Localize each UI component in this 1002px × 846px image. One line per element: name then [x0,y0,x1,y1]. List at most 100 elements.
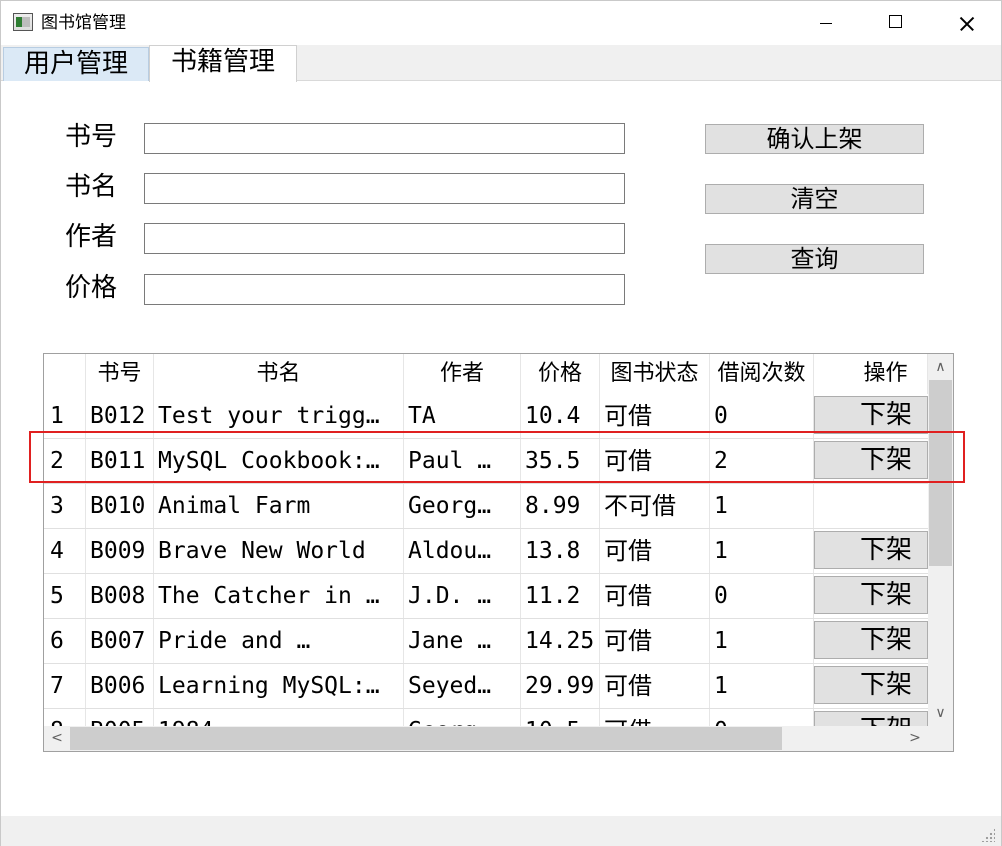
cell-book-id[interactable]: B008 [86,574,154,618]
cell-price[interactable]: 35.5 [521,439,600,483]
maximize-button[interactable] [861,1,931,45]
scroll-down-icon[interactable]: ∨ [928,702,953,724]
cell-author[interactable]: Aldou… [404,529,521,573]
vertical-scrollbar[interactable]: ∧ ∨ [928,354,953,726]
cell-book-id[interactable]: B009 [86,529,154,573]
remove-from-shelf-button[interactable]: 下架 [814,396,928,434]
cell-title[interactable]: Learning MySQL:… [154,664,404,708]
header-book-id[interactable]: 书号 [86,354,154,394]
cell-status[interactable]: 可借 [600,439,710,483]
table-row[interactable]: 1 B012 Test your trigg… TA 10.4 可借 0 下架 [44,394,928,439]
cell-status[interactable]: 可借 [600,574,710,618]
cell-author[interactable]: J.D. … [404,574,521,618]
scroll-up-icon[interactable]: ∧ [928,356,953,378]
cell-borrow-count[interactable]: 1 [710,619,814,663]
table-row[interactable]: 7 B006 Learning MySQL:… Seyed… 29.99 可借 1 下架 [44,664,928,709]
cell-book-id[interactable]: B005 [86,709,154,726]
horizontal-scrollbar[interactable]: < > [44,726,928,751]
table-row[interactable]: 6 B007 Pride and … Jane … 14.25 可借 1 下架 [44,619,928,664]
cell-status[interactable]: 不可借 [600,484,710,528]
scroll-right-icon[interactable]: > [904,726,926,751]
cell-borrow-count[interactable]: 1 [710,484,814,528]
author-input[interactable] [144,223,625,254]
cell-author[interactable]: Georg… [404,484,521,528]
remove-from-shelf-button[interactable]: 下架 [814,441,928,479]
cell-title[interactable]: Test your trigg… [154,394,404,438]
cell-borrow-count[interactable]: 0 [710,709,814,726]
cell-status[interactable]: 可借 [600,529,710,573]
cell-borrow-count[interactable]: 0 [710,574,814,618]
cell-status[interactable]: 可借 [600,664,710,708]
cell-price[interactable]: 13.8 [521,529,600,573]
cell-status[interactable]: 可借 [600,394,710,438]
tab-book-management[interactable]: 书籍管理 [149,45,297,82]
cell-book-id[interactable]: B010 [86,484,154,528]
cell-author[interactable]: Georg… [404,709,521,726]
cell-title[interactable]: The Catcher in … [154,574,404,618]
cell-price[interactable]: 10.5 [521,709,600,726]
vertical-scroll-thumb[interactable] [929,380,952,566]
cell-author[interactable]: Paul … [404,439,521,483]
header-status[interactable]: 图书状态 [600,354,710,394]
cell-title[interactable]: Brave New World [154,529,404,573]
cell-price[interactable]: 14.25 [521,619,600,663]
header-title[interactable]: 书名 [154,354,404,394]
cell-row-number[interactable]: 2 [44,439,86,483]
cell-title[interactable]: Pride and … [154,619,404,663]
title-bar[interactable]: 图书馆管理 [1,1,1001,45]
remove-from-shelf-button[interactable]: 下架 [814,711,928,726]
cell-status[interactable]: 可借 [600,709,710,726]
cell-author[interactable]: TA [404,394,521,438]
cell-author[interactable]: Jane … [404,619,521,663]
cell-title[interactable]: Animal Farm [154,484,404,528]
header-author[interactable]: 作者 [404,354,521,394]
remove-from-shelf-button[interactable]: 下架 [814,531,928,569]
cell-row-number[interactable]: 1 [44,394,86,438]
cell-row-number[interactable]: 6 [44,619,86,663]
cell-book-id[interactable]: B012 [86,394,154,438]
cell-borrow-count[interactable]: 2 [710,439,814,483]
book-id-input[interactable] [144,123,625,154]
cell-title[interactable]: MySQL Cookbook:… [154,439,404,483]
minimize-button[interactable] [791,1,861,45]
query-button[interactable]: 查询 [705,244,924,274]
remove-from-shelf-button[interactable]: 下架 [814,666,928,704]
header-price[interactable]: 价格 [521,354,600,394]
cell-title[interactable]: 1984 [154,709,404,726]
confirm-shelve-button[interactable]: 确认上架 [705,124,924,154]
remove-from-shelf-button[interactable]: 下架 [814,576,928,614]
cell-row-number[interactable]: 5 [44,574,86,618]
window-title: 图书馆管理 [41,13,126,33]
cell-book-id[interactable]: B011 [86,439,154,483]
cell-row-number[interactable]: 8 [44,709,86,726]
table-row[interactable]: 8B0051984Georg…10.5可借0下架 [44,709,928,726]
book-title-input[interactable] [144,173,625,204]
cell-borrow-count[interactable]: 1 [710,664,814,708]
remove-from-shelf-button[interactable]: 下架 [814,621,928,659]
cell-status[interactable]: 可借 [600,619,710,663]
cell-row-number[interactable]: 7 [44,664,86,708]
cell-price[interactable]: 10.4 [521,394,600,438]
cell-borrow-count[interactable]: 1 [710,529,814,573]
price-input[interactable] [144,274,625,305]
tab-user-management[interactable]: 用户管理 [3,47,149,81]
resize-grip-icon[interactable] [981,828,995,842]
cell-price[interactable]: 11.2 [521,574,600,618]
cell-row-number[interactable]: 4 [44,529,86,573]
table-row[interactable]: 5 B008 The Catcher in … J.D. … 11.2 可借 0 下架 [44,574,928,619]
cell-author[interactable]: Seyed… [404,664,521,708]
cell-price[interactable]: 29.99 [521,664,600,708]
clear-button[interactable]: 清空 [705,184,924,214]
cell-book-id[interactable]: B006 [86,664,154,708]
cell-borrow-count[interactable]: 0 [710,394,814,438]
cell-row-number[interactable]: 3 [44,484,86,528]
table-row[interactable]: 4 B009 Brave New World Aldou… 13.8 可借 1 下架 [44,529,928,574]
horizontal-scroll-thumb[interactable] [70,727,782,750]
header-borrow-count[interactable]: 借阅次数 [710,354,814,394]
cell-price[interactable]: 8.99 [521,484,600,528]
table-row[interactable]: 2 B011 MySQL Cookbook:… Paul … 35.5 可借 2 下架 [44,439,928,484]
cell-book-id[interactable]: B007 [86,619,154,663]
table-row[interactable]: 3 B010 Animal Farm Georg… 8.99 不可借 1 [44,484,928,529]
scroll-left-icon[interactable]: < [46,726,68,751]
close-button[interactable] [931,1,1001,45]
